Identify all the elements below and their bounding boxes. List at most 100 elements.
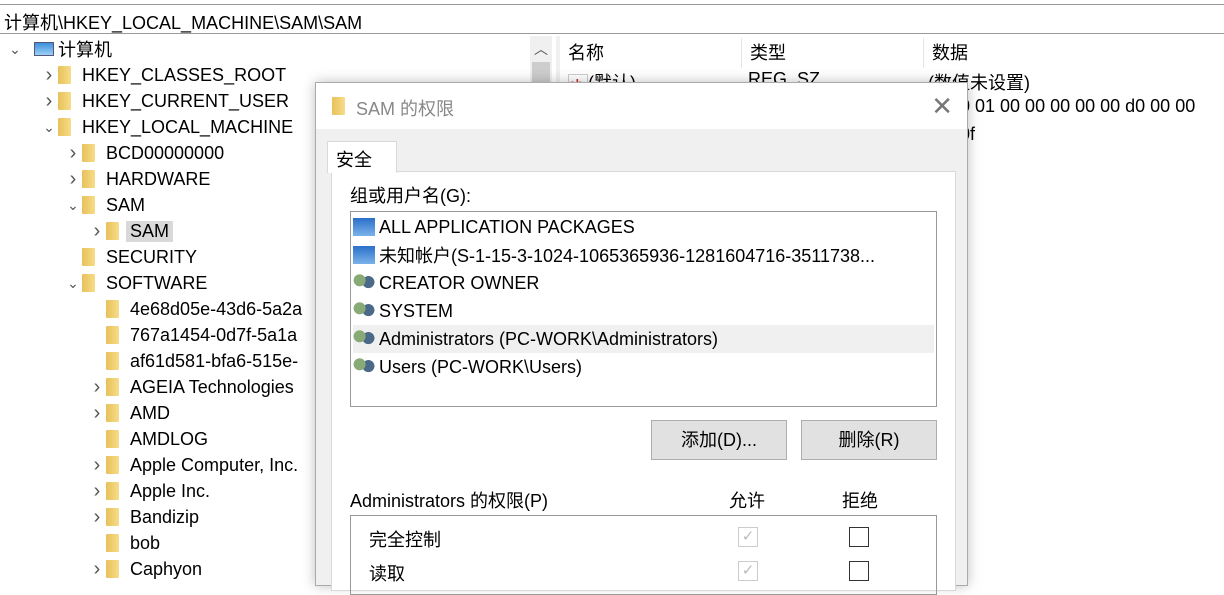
folder-icon (106, 326, 119, 344)
column-header-type[interactable]: 类型 (742, 38, 924, 68)
folder-icon (106, 560, 119, 578)
allow-checkbox[interactable]: ✓ (738, 561, 758, 581)
folder-icon (106, 352, 119, 370)
permission-name: 完全控制 (369, 530, 441, 550)
user-list-item[interactable]: CREATOR OWNER (353, 269, 934, 297)
computer-icon (34, 42, 54, 56)
user-name: Users (PC-WORK\Users) (379, 356, 582, 377)
user-name: Administrators (PC-WORK\Administrators) (379, 328, 719, 349)
tree-node-label: HKEY_CLASSES_ROOT (82, 64, 287, 85)
folder-icon (106, 378, 119, 396)
chevron-right-icon[interactable]: › (88, 480, 106, 503)
user-list-item[interactable]: 未知帐户(S-1-15-3-1024-1065365936-1281604716… (353, 241, 934, 269)
tree-node-label: Apple Inc. (130, 480, 211, 501)
folder-icon (106, 508, 119, 526)
deny-header: 拒绝 (842, 491, 878, 511)
chevron-down-icon[interactable]: ⌄ (64, 197, 82, 214)
tree-node-label: Bandizip (130, 506, 200, 527)
chevron-right-icon[interactable]: › (64, 168, 82, 191)
tree-node-label: SAM (106, 194, 146, 215)
folder-icon (332, 97, 345, 115)
tab-security[interactable]: 安全 (327, 141, 397, 173)
value-data: 0 01 00 00 00 00 00 d0 00 00 (960, 96, 1196, 116)
folder-icon (82, 144, 95, 162)
tree-node-label: 计算机 (58, 40, 112, 60)
user-name: 未知帐户(S-1-15-3-1024-1065365936-1281604716… (379, 246, 876, 266)
group-label: 组或用户名(G): (350, 186, 471, 206)
folder-icon (82, 248, 95, 266)
deny-checkbox[interactable] (849, 527, 869, 547)
user-list-item[interactable]: SYSTEM (353, 297, 934, 325)
users-icon (353, 274, 375, 292)
user-name: ALL APPLICATION PACKAGES (379, 216, 635, 237)
app-package-icon (353, 246, 375, 264)
folder-icon (106, 534, 119, 552)
users-icon (353, 330, 375, 348)
permissions-dialog: SAM 的权限 ✕ 安全 组或用户名(G): ALL APPLICATION P… (315, 82, 968, 595)
app-package-icon (353, 218, 375, 236)
add-button[interactable]: 添加(D)... (651, 420, 787, 460)
chevron-right-icon[interactable]: › (88, 454, 106, 477)
folder-icon (82, 170, 95, 188)
folder-icon (106, 482, 119, 500)
tree-node-label: SECURITY (106, 246, 198, 267)
folder-icon (106, 300, 119, 318)
scroll-up-icon[interactable]: ︿ (530, 36, 552, 62)
tree-node-label: HARDWARE (106, 168, 211, 189)
tree-node[interactable]: ⌄ 计算机 (0, 36, 530, 62)
allow-header: 允许 (729, 491, 765, 511)
tree-node-label: SOFTWARE (106, 272, 208, 293)
chevron-down-icon[interactable]: ⌄ (64, 275, 82, 292)
chevron-right-icon[interactable]: › (88, 558, 106, 581)
chevron-right-icon[interactable]: › (88, 376, 106, 399)
chevron-right-icon[interactable]: › (88, 402, 106, 425)
folder-icon (58, 66, 71, 84)
address-bar[interactable]: 计算机\HKEY_LOCAL_MACHINE\SAM\SAM (0, 4, 1224, 34)
permissions-label: Administrators 的权限(P) (350, 491, 549, 511)
folder-icon (82, 196, 95, 214)
user-list-item[interactable]: Users (PC-WORK\Users) (353, 353, 934, 381)
tree-node-label: HKEY_CURRENT_USER (82, 90, 290, 111)
user-name: SYSTEM (379, 300, 454, 321)
chevron-down-icon[interactable]: ⌄ (40, 119, 58, 136)
tree-node-label: 4e68d05e-43d6-5a2a (130, 298, 303, 319)
dialog-titlebar[interactable]: SAM 的权限 ✕ (316, 83, 967, 129)
tree-node-label: 767a1454-0d7f-5a1a (130, 324, 298, 345)
users-list[interactable]: ALL APPLICATION PACKAGES 未知帐户(S-1-15-3-10… (350, 211, 937, 407)
folder-icon (82, 274, 95, 292)
chevron-right-icon[interactable]: › (64, 142, 82, 165)
tree-node-label: Caphyon (130, 558, 203, 579)
folder-icon (106, 430, 119, 448)
permission-name: 读取 (369, 564, 405, 584)
security-panel: 组或用户名(G): ALL APPLICATION PACKAGES 未知帐户(S… (331, 171, 956, 595)
folder-icon (106, 456, 119, 474)
permissions-list: 完全控制 ✓ 读取 ✓ (350, 515, 937, 595)
users-icon (353, 358, 375, 376)
user-list-item[interactable]: ALL APPLICATION PACKAGES (353, 213, 934, 241)
close-icon[interactable]: ✕ (931, 91, 953, 122)
deny-checkbox[interactable] (849, 561, 869, 581)
users-icon (353, 302, 375, 320)
tree-node-label: bob (130, 532, 161, 553)
tree-node-label: HKEY_LOCAL_MACHINE (82, 116, 294, 137)
remove-button[interactable]: 删除(R) (801, 420, 937, 460)
tree-node-label: BCD00000000 (106, 142, 225, 163)
user-list-item[interactable]: Administrators (PC-WORK\Administrators) (353, 325, 934, 353)
user-name: CREATOR OWNER (379, 272, 540, 293)
chevron-right-icon[interactable]: › (40, 64, 58, 87)
chevron-right-icon[interactable]: › (40, 90, 58, 113)
tree-node-label: AMDLOG (130, 428, 209, 449)
chevron-right-icon[interactable]: › (88, 220, 106, 243)
column-header-name[interactable]: 名称 (560, 38, 742, 68)
folder-icon (58, 118, 71, 136)
tree-node-label: AGEIA Technologies (130, 376, 294, 397)
folder-icon (106, 222, 119, 240)
folder-icon (58, 92, 71, 110)
column-header-data[interactable]: 数据 (924, 38, 1224, 68)
chevron-right-icon[interactable]: › (88, 506, 106, 529)
allow-checkbox[interactable]: ✓ (738, 527, 758, 547)
folder-icon (106, 404, 119, 422)
tree-node-label: Apple Computer, Inc. (130, 454, 299, 475)
chevron-down-icon[interactable]: ⌄ (6, 41, 24, 58)
tree-node-label: AMD (130, 402, 170, 423)
